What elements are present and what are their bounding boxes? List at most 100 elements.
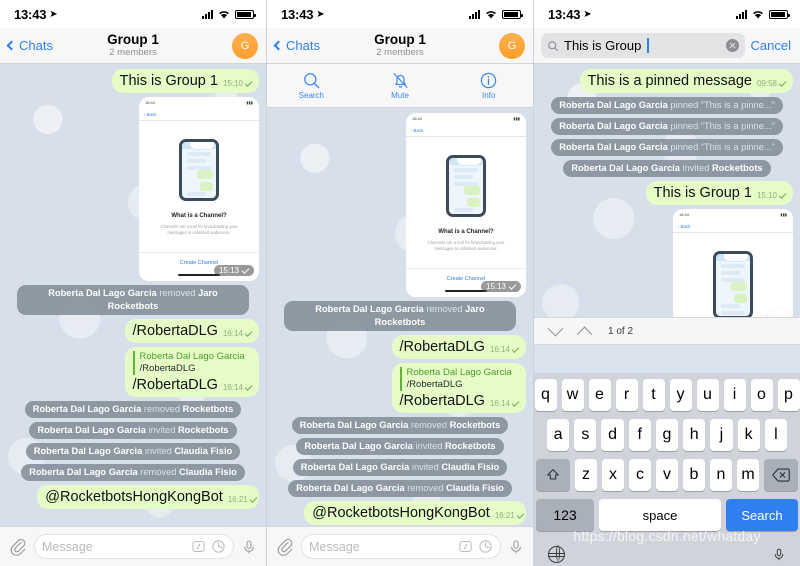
message-row[interactable]: /RobertaDLG 16:14 (7, 319, 259, 343)
service-message-row: Roberta Dal Lago Garcia pinned “This is … (541, 139, 793, 156)
key-f[interactable]: f (628, 419, 651, 451)
message-input[interactable]: Message (301, 534, 501, 559)
message-row[interactable]: @RocketbotsHongKongBot 16:21 (7, 485, 259, 509)
key-o[interactable]: o (750, 379, 773, 411)
microphone-icon[interactable] (241, 538, 257, 556)
cancel-button[interactable]: Cancel (751, 38, 793, 53)
target-name: Rocketbots (711, 163, 763, 173)
action-mute[interactable]: Mute (356, 64, 445, 107)
chevron-up-icon[interactable] (576, 326, 593, 342)
photo-bubble[interactable]: 18:44 ▮▮▮ ‹ Back (406, 113, 526, 297)
slash-command-icon[interactable] (458, 539, 473, 554)
key-s[interactable]: s (574, 419, 597, 451)
slash-command-icon[interactable] (191, 539, 206, 554)
channel-illustration-icon (446, 155, 486, 217)
time-label: 15:10 (222, 79, 243, 88)
key-u[interactable]: u (696, 379, 719, 411)
outgoing-bubble[interactable]: @RocketbotsHongKongBot 16:21 (304, 501, 526, 525)
reply-bubble[interactable]: Roberta Dal Lago Garcia /RobertaDLG /Rob… (124, 347, 259, 397)
action-info[interactable]: Info (444, 64, 533, 107)
key-r[interactable]: r (615, 379, 638, 411)
globe-icon[interactable] (547, 545, 565, 563)
reply-bubble[interactable]: Roberta Dal Lago Garcia /RobertaDLG /Rob… (391, 363, 526, 413)
outgoing-bubble[interactable]: This is Group 1 15:10 (111, 69, 259, 93)
action-verb: pinned (670, 100, 699, 110)
key-i[interactable]: i (723, 379, 746, 411)
actor-name: Roberta Dal Lago Garcia (37, 425, 146, 435)
message-row[interactable]: @RocketbotsHongKongBot 16:21 (274, 501, 526, 525)
avatar[interactable]: G (499, 32, 525, 59)
paperclip-icon[interactable] (276, 538, 294, 556)
outgoing-bubble[interactable]: This is a pinned message 09:58 (579, 69, 793, 93)
message-list[interactable]: This is a pinned message 09:58 Roberta D… (534, 64, 800, 345)
message-row[interactable]: /RobertaDLG 16:14 (274, 335, 526, 359)
message-input[interactable]: Message (34, 534, 234, 559)
photo-message-row[interactable]: 18:44 ▮▮▮ ‹ Back (7, 97, 259, 281)
microphone-icon[interactable] (772, 546, 786, 563)
key-t[interactable]: t (642, 379, 665, 411)
outgoing-bubble[interactable]: /RobertaDLG 16:14 (124, 319, 259, 343)
key-l[interactable]: l (764, 419, 787, 451)
key-w[interactable]: w (561, 379, 584, 411)
action-verb: invited (415, 441, 443, 451)
numeric-key[interactable]: 123 (536, 499, 594, 531)
sticker-icon[interactable] (211, 539, 226, 554)
shift-icon[interactable] (536, 459, 570, 491)
key-e[interactable]: e (588, 379, 611, 411)
back-to-chats-button[interactable]: Chats (6, 38, 53, 53)
key-d[interactable]: d (601, 419, 624, 451)
keyboard-row-4: 123 space Search (534, 499, 800, 531)
embedded-status-bar: 18:44 ▮▮▮ (673, 209, 793, 220)
message-list[interactable]: This is Group 1 15:10 18:44 ▮▮▮ ‹ Back W… (0, 64, 266, 526)
key-y[interactable]: y (669, 379, 692, 411)
key-x[interactable]: x (602, 459, 624, 491)
search-input[interactable]: This is Group (541, 33, 745, 58)
quoted-message[interactable]: Roberta Dal Lago Garcia /RobertaDLG (132, 351, 252, 375)
quoted-message[interactable]: Roberta Dal Lago Garcia /RobertaDLG (399, 367, 519, 391)
backspace-icon[interactable] (764, 459, 798, 491)
key-j[interactable]: j (710, 419, 733, 451)
key-z[interactable]: z (575, 459, 597, 491)
microphone-icon[interactable] (508, 538, 524, 556)
action-search[interactable]: Search (267, 64, 356, 107)
key-n[interactable]: n (710, 459, 732, 491)
message-text: This is Group 1 (119, 73, 218, 89)
key-h[interactable]: h (683, 419, 706, 451)
chevron-left-icon: ‹ (411, 127, 413, 133)
message-row[interactable]: This is Group 1 15:10 (541, 181, 793, 205)
back-to-chats-button[interactable]: Chats (273, 38, 320, 53)
clear-circle-icon[interactable] (725, 39, 739, 52)
key-q[interactable]: q (534, 379, 557, 411)
photo-bubble[interactable]: 18:44 ▮▮▮ ‹ Back (139, 97, 259, 281)
key-g[interactable]: g (655, 419, 679, 451)
search-bar: This is Group Cancel (534, 28, 800, 64)
paperclip-icon[interactable] (9, 538, 27, 556)
message-row[interactable]: This is a pinned message 09:58 (541, 69, 793, 93)
key-p[interactable]: p (777, 379, 800, 411)
avatar[interactable]: G (232, 32, 258, 59)
reply-message-row[interactable]: Roberta Dal Lago Garcia /RobertaDLG /Rob… (274, 363, 526, 413)
embedded-status-bar: 18:44 ▮▮▮ (139, 97, 259, 108)
key-v[interactable]: v (656, 459, 678, 491)
message-list[interactable]: 18:44 ▮▮▮ ‹ Back What is a Channel? Chan… (267, 108, 533, 526)
status-time: 13:43 (14, 6, 47, 22)
service-message: Roberta Dal Lago Garcia pinned “This is … (551, 139, 783, 156)
read-check-icon (511, 344, 520, 353)
actor-name: Roberta Dal Lago Garcia (33, 446, 143, 456)
outgoing-bubble[interactable]: @RocketbotsHongKongBot 16:21 (37, 485, 259, 509)
key-a[interactable]: a (547, 419, 570, 451)
chevron-down-icon[interactable] (547, 320, 564, 336)
search-key[interactable]: Search (726, 499, 798, 531)
sticker-icon[interactable] (478, 539, 493, 554)
key-b[interactable]: b (683, 459, 705, 491)
outgoing-bubble[interactable]: This is Group 1 15:10 (645, 181, 793, 205)
photo-message-row[interactable]: 18:44 ▮▮▮ ‹ Back (274, 113, 526, 297)
reply-message-row[interactable]: Roberta Dal Lago Garcia /RobertaDLG /Rob… (7, 347, 259, 397)
key-c[interactable]: c (629, 459, 651, 491)
message-time: 15:10 (757, 190, 787, 202)
key-k[interactable]: k (737, 419, 760, 451)
key-m[interactable]: m (737, 459, 759, 491)
message-row[interactable]: This is Group 1 15:10 (7, 69, 259, 93)
outgoing-bubble[interactable]: /RobertaDLG 16:14 (391, 335, 526, 359)
space-key[interactable]: space (599, 499, 721, 531)
